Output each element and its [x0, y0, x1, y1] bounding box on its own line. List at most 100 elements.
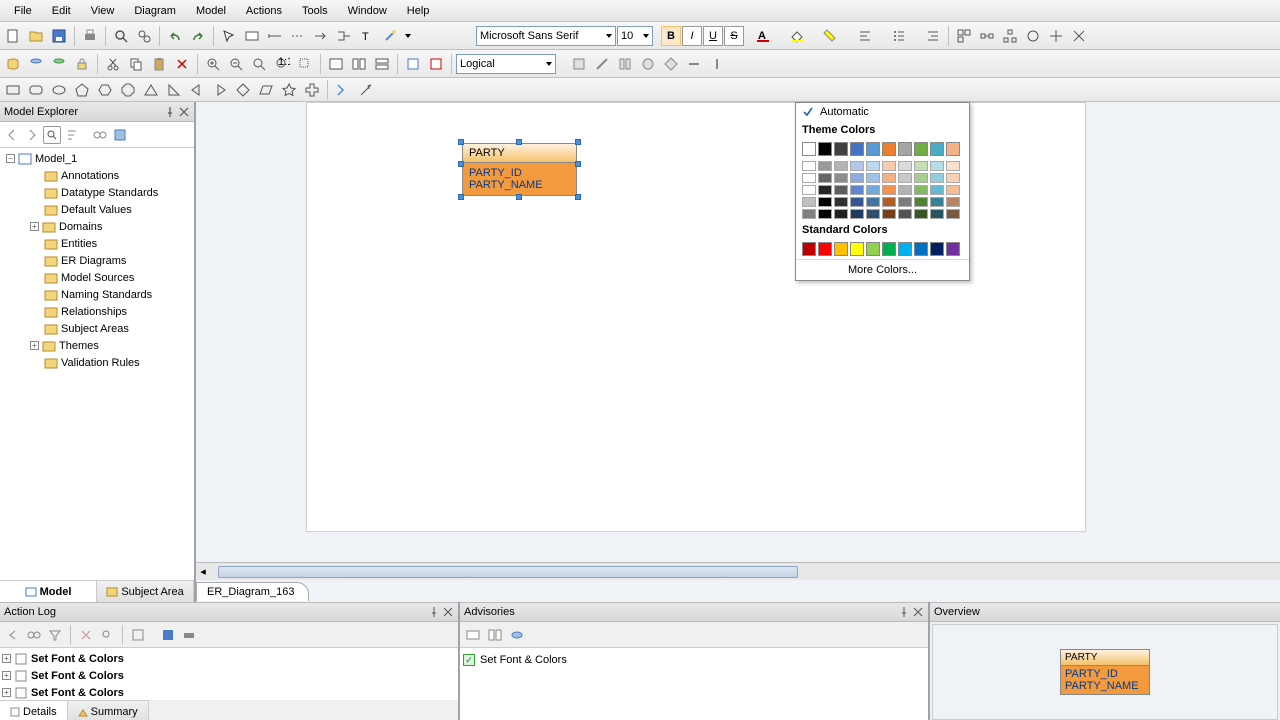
gen6-icon[interactable]	[683, 53, 705, 75]
alog-filter2-icon[interactable]	[46, 626, 64, 644]
align-dropdown[interactable]	[877, 25, 887, 47]
layout5-icon[interactable]	[1045, 25, 1067, 47]
more-colors-option[interactable]: More Colors...	[796, 259, 969, 280]
menu-tools[interactable]: Tools	[292, 3, 338, 19]
expand-icon[interactable]: +	[2, 671, 11, 680]
font-size-select[interactable]: 10	[617, 26, 653, 46]
color-swatch[interactable]	[802, 242, 816, 256]
color-swatch[interactable]	[914, 197, 928, 207]
alog-save-icon[interactable]	[159, 626, 177, 644]
entity-party[interactable]: PARTY PARTY_ID PARTY_NAME	[462, 143, 577, 196]
color-swatch[interactable]	[882, 197, 896, 207]
rel4-icon[interactable]	[333, 25, 355, 47]
color-swatch[interactable]	[850, 209, 864, 219]
menu-edit[interactable]: Edit	[42, 3, 81, 19]
mexp-sort-icon[interactable]	[63, 126, 81, 144]
zoom-fit-icon[interactable]	[248, 53, 270, 75]
shape-hexagon-icon[interactable]	[94, 79, 116, 101]
color-swatch[interactable]	[914, 185, 928, 195]
tab-summary[interactable]: Summary	[68, 700, 149, 720]
rel1-icon[interactable]	[264, 25, 286, 47]
shape-larrow-icon[interactable]	[186, 79, 208, 101]
dropdown-arrow-icon[interactable]	[402, 25, 414, 47]
tree-node[interactable]: Naming Standards	[2, 286, 192, 303]
find-icon[interactable]	[110, 25, 132, 47]
color-swatch[interactable]	[930, 185, 944, 195]
bold-button[interactable]: B	[661, 26, 681, 46]
color-swatch[interactable]	[882, 242, 896, 256]
highlight-dropdown[interactable]	[843, 25, 853, 47]
shape-rect-icon[interactable]	[2, 79, 24, 101]
undo-icon[interactable]	[164, 25, 186, 47]
subject2-icon[interactable]	[348, 53, 370, 75]
shape-cross-icon[interactable]	[301, 79, 323, 101]
zoom-out-icon[interactable]	[225, 53, 247, 75]
highlight-color-button[interactable]	[820, 25, 842, 47]
expand-icon[interactable]: +	[30, 222, 39, 231]
color-swatch[interactable]	[850, 242, 864, 256]
tab-details[interactable]: Details	[0, 700, 68, 720]
menu-diagram[interactable]: Diagram	[124, 3, 186, 19]
color-swatch[interactable]	[930, 142, 944, 156]
layout4-icon[interactable]	[1022, 25, 1044, 47]
color-swatch[interactable]	[834, 242, 848, 256]
diagram-tab[interactable]: ER_Diagram_163	[196, 582, 309, 601]
text-icon[interactable]: T	[356, 25, 378, 47]
color-swatch[interactable]	[898, 173, 912, 183]
pin-icon[interactable]	[164, 106, 176, 118]
color-swatch[interactable]	[850, 161, 864, 171]
color-swatch[interactable]	[866, 173, 880, 183]
horizontal-scrollbar[interactable]: ◂	[196, 562, 1280, 580]
zoom-100-icon[interactable]: 1:1	[271, 53, 293, 75]
color-swatch[interactable]	[914, 142, 928, 156]
alog-undo-icon[interactable]	[4, 626, 22, 644]
print-icon[interactable]	[79, 25, 101, 47]
color-swatch[interactable]	[818, 173, 832, 183]
color-swatch[interactable]	[946, 197, 960, 207]
shape-rtriangle-icon[interactable]	[163, 79, 185, 101]
gen3-icon[interactable]	[614, 53, 636, 75]
shape-connector-icon[interactable]	[332, 79, 354, 101]
color-swatch[interactable]	[930, 242, 944, 256]
color-swatch[interactable]	[802, 161, 816, 171]
color-swatch[interactable]	[818, 185, 832, 195]
color-swatch[interactable]	[946, 173, 960, 183]
mexp-find-icon[interactable]	[43, 126, 61, 144]
adv-icon1[interactable]	[464, 626, 482, 644]
shape-triangle-icon[interactable]	[140, 79, 162, 101]
color-swatch[interactable]	[834, 142, 848, 156]
shape-pentagon-icon[interactable]	[71, 79, 93, 101]
tree-node[interactable]: Validation Rules	[2, 354, 192, 371]
color-swatch[interactable]	[802, 142, 816, 156]
tab-subject-area[interactable]: Subject Area	[97, 581, 194, 602]
menu-model[interactable]: Model	[186, 3, 236, 19]
fill-color-button[interactable]	[786, 25, 808, 47]
layout2-icon[interactable]	[976, 25, 998, 47]
shape-rarrow-icon[interactable]	[209, 79, 231, 101]
color-swatch[interactable]	[898, 142, 912, 156]
tree-root[interactable]: − Model_1	[2, 150, 192, 167]
color-swatch[interactable]	[882, 161, 896, 171]
color-swatch[interactable]	[914, 161, 928, 171]
collapse-icon[interactable]: −	[6, 154, 15, 163]
layout6-icon[interactable]	[1068, 25, 1090, 47]
zoom-sel-icon[interactable]	[294, 53, 316, 75]
subject3-icon[interactable]	[371, 53, 393, 75]
color-swatch[interactable]	[850, 197, 864, 207]
copy-icon[interactable]	[125, 53, 147, 75]
paste-icon[interactable]	[148, 53, 170, 75]
tree-node[interactable]: +Domains	[2, 218, 192, 235]
close-icon[interactable]	[442, 606, 454, 618]
cut-icon[interactable]	[102, 53, 124, 75]
tree-node[interactable]: Relationships	[2, 303, 192, 320]
advisory-item[interactable]: ✓ Set Font & Colors	[463, 651, 925, 669]
tree-node[interactable]: +Themes	[2, 337, 192, 354]
color-swatch[interactable]	[946, 142, 960, 156]
select-icon[interactable]	[218, 25, 240, 47]
shape-line-icon[interactable]	[355, 79, 377, 101]
mexp-refresh-icon[interactable]	[111, 126, 129, 144]
color-swatch[interactable]	[898, 197, 912, 207]
alog-clear-icon[interactable]	[77, 626, 95, 644]
shape-roundrect-icon[interactable]	[25, 79, 47, 101]
menu-window[interactable]: Window	[338, 3, 397, 19]
